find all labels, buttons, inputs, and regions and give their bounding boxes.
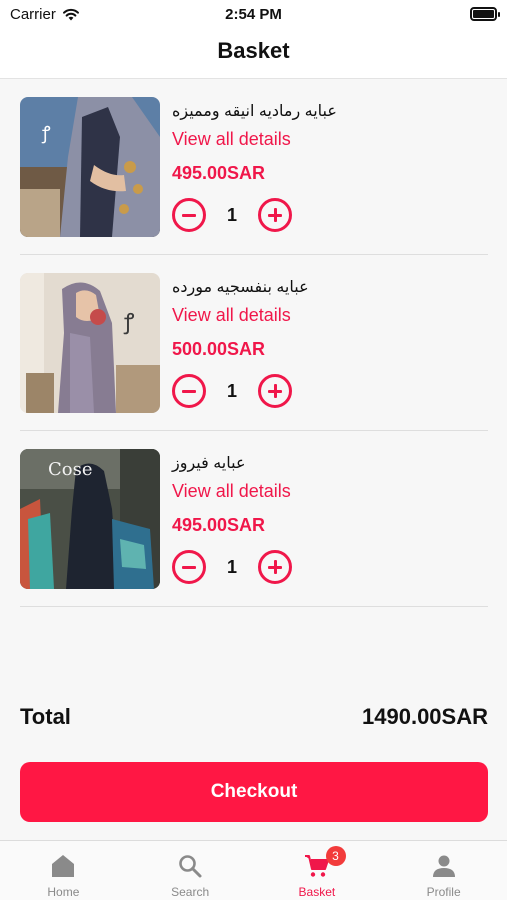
total-label: Total xyxy=(20,704,71,729)
decrease-quantity-button[interactable] xyxy=(172,550,206,584)
increase-quantity-button[interactable] xyxy=(258,374,292,408)
nav-header: Basket xyxy=(0,30,507,79)
quantity-stepper: 1 xyxy=(172,198,292,232)
view-details-link[interactable]: View all details xyxy=(172,305,291,326)
status-bar: Carrier 2:54 PM xyxy=(0,0,507,30)
quantity-value: 1 xyxy=(226,556,237,577)
battery-icon xyxy=(470,7,500,21)
page-title: Basket xyxy=(217,38,290,63)
tab-label: Search xyxy=(171,885,210,899)
svg-text:ꝭ: ꝭ xyxy=(123,310,135,335)
tab-basket[interactable]: 3 Basket xyxy=(254,841,381,900)
profile-icon xyxy=(431,853,457,879)
product-price: 495.00SAR xyxy=(172,163,266,183)
tab-search[interactable]: Search xyxy=(127,841,254,900)
product-name: عبايه فيروز xyxy=(172,455,246,472)
tab-label: Home xyxy=(47,885,80,899)
cart-count-badge: 3 xyxy=(325,846,346,866)
quantity-value: 1 xyxy=(226,204,237,225)
product-name: عبايه رماديه انيقه ومميزه xyxy=(172,103,337,120)
tab-home[interactable]: Home xyxy=(0,841,127,900)
tab-label: Profile xyxy=(426,885,461,899)
tab-bar: Home Search 3 Basket Profile xyxy=(0,840,507,900)
cart-list: ꝭ عبايه رماديه انيقه ومميزه View all det… xyxy=(20,79,488,607)
search-icon xyxy=(177,853,203,879)
product-price: 500.00SAR xyxy=(172,339,266,359)
decrease-quantity-button[interactable] xyxy=(172,374,206,408)
view-details-link[interactable]: View all details xyxy=(172,129,291,150)
product-price: 495.00SAR xyxy=(172,515,266,535)
home-icon xyxy=(50,853,76,879)
increase-quantity-button[interactable] xyxy=(258,198,292,232)
product-image[interactable]: ꝭ xyxy=(20,273,160,413)
svg-text:ꝭ: ꝭ xyxy=(41,123,51,144)
tab-label: Basket xyxy=(298,885,336,899)
tab-profile[interactable]: Profile xyxy=(380,841,507,900)
product-name: عبايه بنفسجيه مورده xyxy=(172,279,309,296)
quantity-stepper: 1 xyxy=(172,550,292,584)
product-image[interactable]: ꝭ xyxy=(20,97,160,237)
cart-item: Cose عبايه فيروز View all details 495.00… xyxy=(20,431,488,607)
cart-item: ꝭ عبايه رماديه انيقه ومميزه View all det… xyxy=(20,79,488,255)
quantity-stepper: 1 xyxy=(172,374,292,408)
quantity-value: 1 xyxy=(226,380,237,401)
view-details-link[interactable]: View all details xyxy=(172,481,291,502)
cart-item: ꝭ عبايه بنفسجيه مورده View all details 5… xyxy=(20,255,488,431)
product-image[interactable]: Cose xyxy=(20,449,160,589)
status-time: 2:54 PM xyxy=(225,6,282,23)
increase-quantity-button[interactable] xyxy=(258,550,292,584)
svg-text:Cose: Cose xyxy=(48,459,93,480)
decrease-quantity-button[interactable] xyxy=(172,198,206,232)
checkout-button[interactable]: Checkout xyxy=(20,762,488,822)
total-value: 1490.00SAR xyxy=(362,704,488,729)
order-total: Total 1490.00SAR xyxy=(20,704,488,736)
